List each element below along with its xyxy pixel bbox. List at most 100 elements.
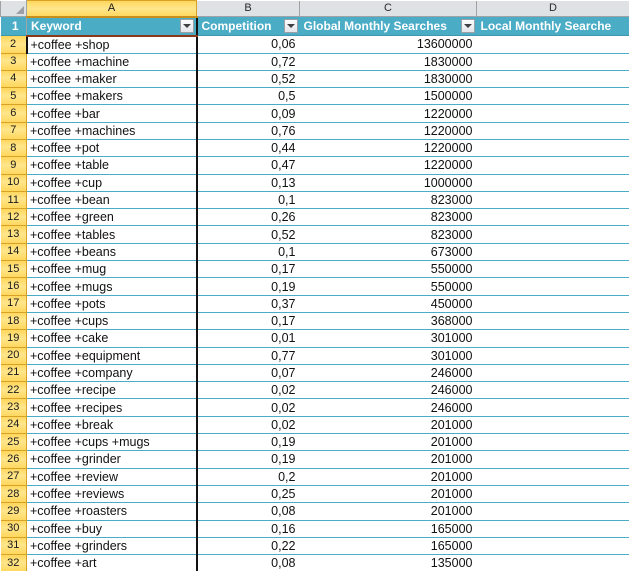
cell-local-monthly-searches[interactable] (476, 53, 629, 71)
cell-keyword[interactable]: +coffee +mugs (26, 277, 198, 296)
cell-local-monthly-searches[interactable] (476, 520, 629, 538)
cell-keyword[interactable]: +coffee +mug (26, 260, 198, 279)
cell-competition[interactable]: 0,02 (196, 398, 300, 417)
row-header-12[interactable]: 12 (0, 208, 27, 227)
column-header-b[interactable]: B (196, 0, 300, 17)
cell-global-monthly-searches[interactable]: 201000 (299, 450, 477, 469)
column-header-d[interactable]: D (476, 0, 629, 17)
cell-local-monthly-searches[interactable] (476, 208, 629, 227)
table-row[interactable]: 23 +coffee +recipes 0,02 246000 (0, 398, 629, 417)
filter-dropdown-button[interactable] (283, 19, 298, 33)
cell-global-monthly-searches[interactable]: 1220000 (299, 104, 477, 123)
cell-competition[interactable]: 0,2 (196, 468, 300, 486)
cell-competition[interactable]: 0,13 (196, 174, 300, 192)
cell-global-monthly-searches[interactable]: 246000 (299, 364, 477, 383)
row-header-7[interactable]: 7 (0, 121, 27, 140)
cell-global-monthly-searches[interactable]: 1830000 (299, 53, 477, 71)
cell-keyword[interactable]: +coffee +reviews (26, 485, 198, 504)
cell-keyword[interactable]: +coffee +pot (26, 139, 198, 158)
cell-keyword[interactable]: +coffee +cake (26, 329, 198, 348)
row-header-4[interactable]: 4 (0, 69, 27, 89)
cell-competition[interactable]: 0,06 (196, 35, 300, 54)
cell-global-monthly-searches[interactable]: 550000 (299, 260, 477, 279)
cell-global-monthly-searches[interactable]: 301000 (299, 347, 477, 365)
cell-global-monthly-searches[interactable]: 165000 (299, 537, 477, 556)
table-row[interactable]: 10 +coffee +cup 0,13 1000000 (0, 173, 629, 192)
table-row[interactable]: 11 +coffee +bean 0,1 823000 (0, 190, 629, 210)
table-row[interactable]: 9 +coffee +table 0,47 1220000 (0, 156, 629, 175)
cell-keyword[interactable]: +coffee +maker (26, 70, 198, 89)
row-header-14[interactable]: 14 (0, 242, 27, 262)
table-row[interactable]: 8 +coffee +pot 0,44 1220000 (0, 138, 629, 158)
cell-keyword[interactable]: +coffee +machine (26, 53, 198, 71)
cell-local-monthly-searches[interactable] (476, 260, 629, 279)
cell-keyword[interactable]: +coffee +roasters (26, 502, 198, 521)
column-header-c[interactable]: C (299, 0, 477, 17)
cell-global-monthly-searches[interactable]: 135000 (299, 554, 477, 571)
cell-local-monthly-searches[interactable] (476, 364, 629, 383)
row-header-23[interactable]: 23 (0, 398, 27, 417)
row-header-30[interactable]: 30 (0, 519, 27, 538)
table-row[interactable]: 12 +coffee +green 0,26 823000 (0, 208, 629, 227)
table-row[interactable]: 13 +coffee +tables 0,52 823000 (0, 225, 629, 244)
cell-keyword[interactable]: +coffee +grinder (26, 450, 198, 469)
header-cell-keyword[interactable]: Keyword (26, 16, 198, 37)
cell-keyword[interactable]: +coffee +grinders (26, 537, 198, 556)
cell-global-monthly-searches[interactable]: 823000 (299, 225, 477, 244)
table-row[interactable]: 24 +coffee +break 0,02 201000 (0, 415, 629, 435)
cell-local-monthly-searches[interactable] (476, 502, 629, 521)
cell-local-monthly-searches[interactable] (476, 485, 629, 504)
cell-competition[interactable]: 0,47 (196, 156, 300, 175)
cell-competition[interactable]: 0,08 (196, 554, 300, 571)
row-header-15[interactable]: 15 (0, 260, 27, 279)
cell-global-monthly-searches[interactable]: 823000 (299, 191, 477, 210)
table-row[interactable]: 17 +coffee +pots 0,37 450000 (0, 294, 629, 313)
cell-global-monthly-searches[interactable]: 246000 (299, 381, 477, 400)
cell-local-monthly-searches[interactable] (476, 87, 629, 106)
cell-keyword[interactable]: +coffee +pots (26, 295, 198, 313)
table-row[interactable]: 30 +coffee +buy 0,16 165000 (0, 519, 629, 538)
row-header-2[interactable]: 2 (0, 35, 27, 54)
row-header-29[interactable]: 29 (0, 502, 27, 521)
cell-keyword[interactable]: +coffee +tables (26, 225, 198, 244)
cell-competition[interactable]: 0,19 (196, 277, 300, 296)
filter-dropdown-button[interactable] (179, 19, 194, 33)
cell-keyword[interactable]: +coffee +art (26, 554, 198, 571)
row-header-6[interactable]: 6 (0, 104, 27, 123)
cell-competition[interactable]: 0,37 (196, 295, 300, 313)
cell-global-monthly-searches[interactable]: 1830000 (299, 70, 477, 89)
cell-keyword[interactable]: +coffee +makers (26, 87, 198, 106)
row-header-18[interactable]: 18 (0, 311, 27, 331)
cell-competition[interactable]: 0,02 (196, 381, 300, 400)
cell-competition[interactable]: 0,09 (196, 104, 300, 123)
table-row[interactable]: 27 +coffee +review 0,2 201000 (0, 467, 629, 486)
cell-global-monthly-searches[interactable]: 201000 (299, 485, 477, 504)
cell-local-monthly-searches[interactable] (476, 554, 629, 571)
cell-competition[interactable]: 0,01 (196, 329, 300, 348)
cell-local-monthly-searches[interactable] (476, 537, 629, 556)
cell-competition[interactable]: 0,1 (196, 191, 300, 210)
row-header-22[interactable]: 22 (0, 381, 27, 400)
table-row[interactable]: 19 +coffee +cake 0,01 301000 (0, 329, 629, 348)
cell-keyword[interactable]: +coffee +table (26, 156, 198, 175)
cell-competition[interactable]: 0,52 (196, 225, 300, 244)
table-row[interactable]: 4 +coffee +maker 0,52 1830000 (0, 69, 629, 89)
row-header-1[interactable]: 1 (0, 16, 27, 36)
row-header-11[interactable]: 11 (0, 190, 27, 210)
cell-global-monthly-searches[interactable]: 301000 (299, 329, 477, 348)
cell-competition[interactable]: 0,22 (196, 537, 300, 556)
cell-keyword[interactable]: +coffee +review (26, 468, 198, 486)
spreadsheet-grid[interactable]: A B C D 1 Keyword Competition Global Monthl… (0, 0, 629, 571)
row-header-32[interactable]: 32 (0, 554, 27, 571)
cell-global-monthly-searches[interactable]: 13600000 (299, 35, 477, 54)
table-row[interactable]: 15 +coffee +mug 0,17 550000 (0, 260, 629, 279)
row-header-9[interactable]: 9 (0, 156, 27, 175)
table-row[interactable]: 14 +coffee +beans 0,1 673000 (0, 242, 629, 262)
cell-competition[interactable]: 0,16 (196, 520, 300, 538)
row-header-20[interactable]: 20 (0, 346, 27, 365)
cell-local-monthly-searches[interactable] (476, 450, 629, 469)
table-row[interactable]: 26 +coffee +grinder 0,19 201000 (0, 450, 629, 469)
cell-global-monthly-searches[interactable]: 165000 (299, 520, 477, 538)
cell-keyword[interactable]: +coffee +cup (26, 174, 198, 192)
header-cell-local-monthly-searches[interactable]: Local Monthly Searche (476, 16, 629, 36)
